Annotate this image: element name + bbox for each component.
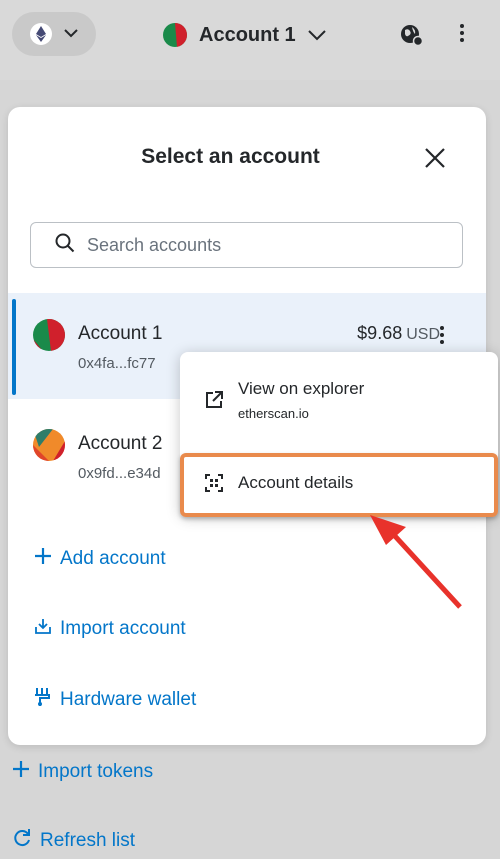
chevron-down-icon bbox=[307, 24, 326, 47]
refresh-list-link[interactable]: Refresh list bbox=[12, 828, 135, 854]
modal-title: Select an account bbox=[141, 145, 320, 168]
search-icon bbox=[55, 233, 75, 258]
add-account-button[interactable]: Add account bbox=[34, 547, 166, 571]
import-tokens-link[interactable]: Import tokens bbox=[12, 760, 153, 784]
hardware-icon bbox=[34, 687, 52, 713]
plus-icon bbox=[34, 547, 52, 571]
external-link-icon bbox=[204, 390, 224, 415]
account-name: Account 2 bbox=[78, 433, 163, 454]
ethereum-icon bbox=[30, 23, 52, 45]
account-balance: $9.68 USD bbox=[357, 323, 440, 344]
chevron-down-icon bbox=[64, 25, 78, 43]
balance-value: $9.68 bbox=[357, 323, 403, 343]
account-avatar bbox=[33, 319, 65, 351]
app-header: Account 1 bbox=[0, 0, 500, 80]
globe-icon[interactable] bbox=[398, 22, 424, 53]
refresh-icon bbox=[12, 828, 32, 854]
view-on-explorer-label: View on explorer bbox=[238, 379, 365, 398]
view-on-explorer-item[interactable]: View on explorer etherscan.io bbox=[180, 352, 498, 452]
account-name: Account 1 bbox=[199, 23, 296, 46]
refresh-list-label: Refresh list bbox=[40, 830, 136, 851]
import-account-label: Import account bbox=[60, 618, 186, 639]
account-avatar bbox=[163, 23, 187, 47]
balance-currency: USD bbox=[406, 326, 440, 343]
account-avatar bbox=[33, 429, 65, 461]
arrow-annotation-icon bbox=[360, 505, 470, 620]
account-menu-button[interactable]: Account 1 bbox=[163, 20, 326, 50]
import-icon bbox=[34, 617, 52, 641]
import-account-button[interactable]: Import account bbox=[34, 617, 186, 641]
account-options-icon[interactable] bbox=[438, 325, 446, 350]
plus-icon bbox=[12, 760, 30, 784]
search-input-wrapper bbox=[30, 222, 463, 268]
network-selector[interactable] bbox=[12, 12, 96, 56]
hardware-wallet-button[interactable]: Hardware wallet bbox=[34, 687, 196, 713]
account-address: 0x9fd...e34d bbox=[78, 465, 161, 482]
account-name: Account 1 bbox=[78, 323, 163, 344]
hardware-wallet-label: Hardware wallet bbox=[60, 689, 197, 710]
search-input[interactable] bbox=[87, 234, 447, 256]
account-address: 0x4fa...fc77 bbox=[78, 355, 156, 372]
close-icon[interactable] bbox=[422, 145, 448, 171]
kebab-menu-icon[interactable] bbox=[458, 22, 466, 49]
add-account-label: Add account bbox=[60, 548, 166, 569]
import-tokens-label: Import tokens bbox=[38, 761, 154, 782]
selected-indicator bbox=[12, 299, 16, 395]
explorer-domain: etherscan.io bbox=[238, 406, 309, 421]
